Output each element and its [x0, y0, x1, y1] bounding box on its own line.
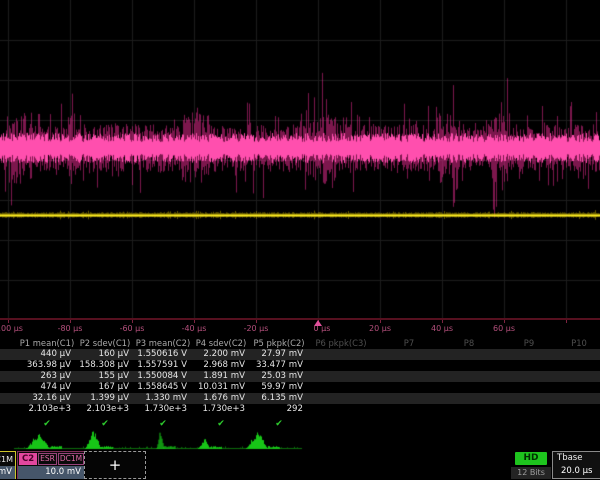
axis-label: -20 µs [234, 324, 278, 333]
param-header-p8[interactable]: P8 [444, 338, 494, 349]
table-row-value: 440 µV 160 µV 1.550616 V 2.200 mV 27.97 … [0, 349, 600, 360]
bottom-toolbar: DC1M 10.0 mV C2 ESR DC1M 10.0 mV + HD 12… [0, 450, 600, 480]
cell: 160 µV [76, 349, 134, 360]
cell: 1.730e+3 [192, 404, 250, 415]
axis-label: -80 µs [48, 324, 92, 333]
c2-esr-chip: ESR [38, 453, 57, 465]
hd-mode-badge[interactable]: HD [515, 452, 547, 465]
cell: 1.676 mV [192, 393, 250, 404]
param-header-p5[interactable]: P5 pkpk(C2) [250, 338, 308, 349]
cell: 2.968 mV [192, 360, 250, 371]
c2-coupling-chip: DC1M [58, 453, 84, 465]
axis-tick [256, 320, 257, 323]
param-header-p3[interactable]: P3 mean(C2) [134, 338, 192, 349]
c1-coupling-label: DC1M [0, 455, 13, 464]
axis-label: 40 µs [420, 324, 464, 333]
channel-c1-descriptor[interactable]: DC1M 10.0 mV [0, 451, 16, 479]
cell: 6.135 mV [250, 393, 308, 404]
axis-label: -60 µs [110, 324, 154, 333]
cell: 1.399 µV [76, 393, 134, 404]
axis-label: -40 µs [172, 324, 216, 333]
axis-tick [442, 320, 443, 323]
axis-label: 20 µs [358, 324, 402, 333]
table-row-min: 263 µV 155 µV 1.550084 V 1.891 mV 25.03 … [0, 371, 600, 382]
axis-label: 0 µs [300, 324, 344, 333]
add-trace-button[interactable]: + [84, 451, 146, 479]
cell: 33.477 mV [250, 360, 308, 371]
cell: 167 µV [76, 382, 134, 393]
table-row-mean: 363.98 µV 158.308 µV 1.557591 V 2.968 mV… [0, 360, 600, 371]
axis-tick [70, 320, 71, 323]
c2-volts-per-div: 10.0 mV [18, 466, 84, 479]
cell: 1.550084 V [134, 371, 192, 382]
axis-tick [380, 320, 381, 323]
axis-tick [504, 320, 505, 323]
plus-icon: + [109, 456, 122, 474]
cell: 440 µV [18, 349, 76, 360]
c2-channel-chip: C2 [19, 453, 37, 465]
cell: 1.550616 V [134, 349, 192, 360]
cell: 263 µV [18, 371, 76, 382]
axis-tick [566, 320, 567, 323]
param-header-p10[interactable]: P10 [560, 338, 598, 349]
axis-label: -100 µs [0, 324, 30, 333]
cell: 59.97 mV [250, 382, 308, 393]
timebase-label: Tbase [553, 452, 600, 465]
channel-c2-descriptor[interactable]: C2 ESR DC1M 10.0 mV [17, 451, 85, 479]
cell: 27.97 mV [250, 349, 308, 360]
c1-volts-per-div: 10.0 mV [0, 466, 15, 479]
time-axis-ruler [0, 318, 600, 320]
waveform-graticule-canvas [0, 0, 600, 318]
cell: 292 [250, 404, 308, 415]
cell: 2.103e+3 [76, 404, 134, 415]
param-header-p2[interactable]: P2 sdev(C1) [76, 338, 134, 349]
cell: 32.16 µV [18, 393, 76, 404]
histicon-strip-canvas [0, 429, 320, 450]
table-row-sdev: 32.16 µV 1.399 µV 1.330 mV 1.676 mV 6.13… [0, 393, 600, 404]
axis-tick [132, 320, 133, 323]
param-header-p1[interactable]: P1 mean(C1) [18, 338, 76, 349]
param-header-p4[interactable]: P4 sdev(C2) [192, 338, 250, 349]
table-header-row: P1 mean(C1) P2 sdev(C1) P3 mean(C2) P4 s… [0, 338, 600, 349]
cell: 2.103e+3 [18, 404, 76, 415]
timebase-value: 20.0 µs [553, 465, 600, 478]
table-row-max: 474 µV 167 µV 1.558645 V 10.031 mV 59.97… [0, 382, 600, 393]
axis-tick [194, 320, 195, 323]
table-row-num: 2.103e+3 2.103e+3 1.730e+3 1.730e+3 292 [0, 404, 600, 415]
cell: 2.200 mV [192, 349, 250, 360]
bit-depth-label: 12 Bits [511, 467, 551, 479]
cell: 155 µV [76, 371, 134, 382]
param-header-p6[interactable]: P6 pkpk(C3) [308, 338, 374, 349]
cell: 25.03 mV [250, 371, 308, 382]
cell: 1.557591 V [134, 360, 192, 371]
oscilloscope-screen: -100 µs -80 µs -60 µs -40 µs -20 µs 0 µs… [0, 0, 600, 480]
param-header-p7[interactable]: P7 [384, 338, 434, 349]
time-axis: -100 µs -80 µs -60 µs -40 µs -20 µs 0 µs… [0, 318, 600, 336]
cell: 1.558645 V [134, 382, 192, 393]
axis-tick [8, 320, 9, 323]
timebase-descriptor[interactable]: Tbase 20.0 µs [552, 451, 600, 479]
cell: 1.730e+3 [134, 404, 192, 415]
cell: 1.330 mV [134, 393, 192, 404]
cell: 474 µV [18, 382, 76, 393]
cell: 10.031 mV [192, 382, 250, 393]
param-header-p9[interactable]: P9 [504, 338, 554, 349]
cell: 158.308 µV [76, 360, 134, 371]
cell: 363.98 µV [18, 360, 76, 371]
axis-label: 60 µs [482, 324, 526, 333]
cell: 1.891 mV [192, 371, 250, 382]
trigger-position-marker[interactable] [314, 320, 322, 326]
